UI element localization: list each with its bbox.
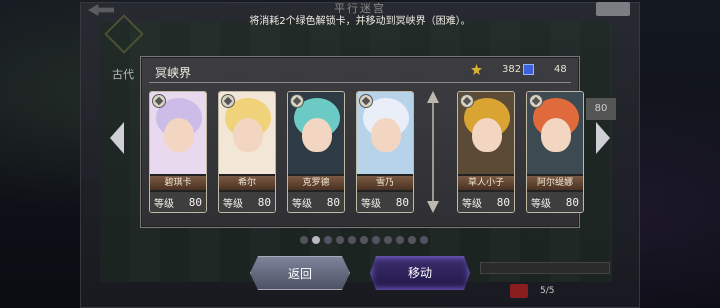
background-ancient-label: 古代: [112, 68, 134, 81]
character-card-6[interactable]: 阿尔缇娜 等级 80: [526, 91, 584, 213]
page-dot[interactable]: [360, 236, 368, 244]
character-card-1[interactable]: 碧琪卡 等级 80: [149, 91, 207, 213]
level-label: 等级: [223, 198, 243, 210]
red-ticket-icon: [510, 284, 528, 298]
card-name: 阿尔缇娜: [527, 176, 583, 190]
card-name: 雪乃: [357, 176, 413, 190]
page-dot[interactable]: [372, 236, 380, 244]
level-value: 80: [565, 195, 579, 209]
back-button[interactable]: 返回: [250, 256, 350, 290]
team-dialog: 冥峡界 382 48 碧琪卡 等级 80 希尔 等级 80 克罗德 等级 80: [140, 56, 584, 228]
up-arrow-icon: [427, 91, 439, 103]
hint-text: 将消耗2个绿色解锁卡，并移动到冥峡界（困难）。: [249, 16, 471, 27]
blue-key-counter: 48: [523, 64, 567, 75]
gold-key-icon: [471, 64, 482, 75]
level-value: 80: [326, 195, 340, 209]
page-dot[interactable]: [312, 236, 320, 244]
move-button[interactable]: 移动: [370, 256, 470, 290]
level-value: 80: [188, 195, 202, 209]
level-value: 80: [496, 195, 510, 209]
gold-key-value: 382: [502, 64, 522, 75]
page-dot[interactable]: [300, 236, 308, 244]
page-dot[interactable]: [336, 236, 344, 244]
page-dots: [300, 236, 428, 244]
level-label: 等级: [462, 198, 482, 210]
blue-key-icon: [523, 64, 534, 75]
swap-separator: [418, 91, 448, 213]
level-label: 等级: [361, 198, 381, 210]
card-name: 克罗德: [288, 176, 344, 190]
page-dot[interactable]: [408, 236, 416, 244]
character-card-5[interactable]: 草人小子 等级 80: [457, 91, 515, 213]
class-icon: [290, 94, 304, 108]
card-name: 希尔: [219, 176, 275, 190]
class-icon: [221, 94, 235, 108]
card-name: 碧琪卡: [150, 176, 206, 190]
page-dot[interactable]: [420, 236, 428, 244]
level-label: 等级: [531, 198, 551, 210]
prev-page-arrow-icon[interactable]: [110, 122, 124, 154]
level-value: 80: [395, 195, 409, 209]
gold-key-counter: 382: [471, 64, 521, 75]
page-dot[interactable]: [396, 236, 404, 244]
card-row: 碧琪卡 等级 80 希尔 等级 80 克罗德 等级 80 雪乃 等级 80 草人…: [149, 91, 584, 213]
class-icon: [460, 94, 474, 108]
page-dot[interactable]: [324, 236, 332, 244]
class-icon: [152, 94, 166, 108]
background-page-indicator: 5/5: [540, 286, 555, 296]
class-icon: [529, 94, 543, 108]
class-icon: [359, 94, 373, 108]
title-divider: [149, 82, 571, 83]
page-dot[interactable]: [384, 236, 392, 244]
character-card-2[interactable]: 希尔 等级 80: [218, 91, 276, 213]
next-page-arrow-icon[interactable]: [596, 122, 610, 154]
card-name: 草人小子: [458, 176, 514, 190]
character-card-3[interactable]: 克罗德 等级 80: [287, 91, 345, 213]
level-value: 80: [257, 195, 271, 209]
level-label: 等级: [154, 198, 174, 210]
blue-key-value: 48: [554, 64, 567, 75]
background-side-value: 80: [586, 98, 616, 120]
background-progress-bar: [480, 262, 610, 274]
page-dot[interactable]: [348, 236, 356, 244]
character-card-4[interactable]: 雪乃 等级 80: [356, 91, 414, 213]
dialog-title: 冥峡界: [155, 66, 192, 80]
down-arrow-icon: [427, 201, 439, 213]
level-label: 等级: [292, 198, 312, 210]
